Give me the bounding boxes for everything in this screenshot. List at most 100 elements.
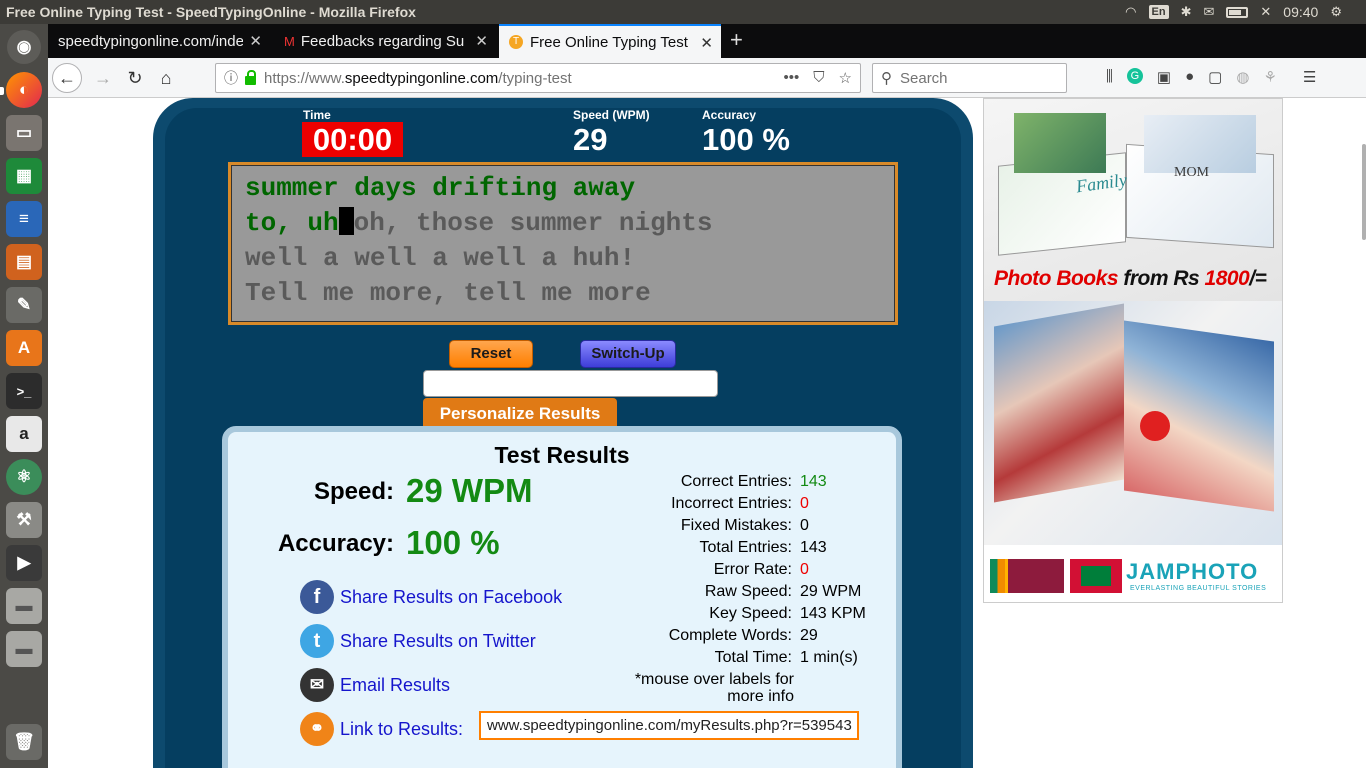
home-icon[interactable]: ⌂ [151, 63, 181, 93]
reset-button[interactable]: Reset [449, 340, 533, 368]
close-tab-icon[interactable]: ✕ [700, 34, 713, 52]
page-info-icon[interactable]: ⓘ [224, 68, 238, 88]
active-indicator [0, 87, 4, 95]
files-icon[interactable]: ▭ [6, 115, 42, 151]
stat-row-total-entries[interactable]: Total Entries: 143 [594, 539, 884, 557]
battery-icon[interactable] [1226, 6, 1249, 18]
reader-view-icon[interactable]: ▣ [1157, 68, 1171, 86]
terminal-icon[interactable]: >_ [6, 373, 42, 409]
time-label: Time [303, 108, 331, 122]
back-arrow-icon[interactable]: ← [52, 63, 82, 93]
page-actions-icon[interactable]: ••• [784, 69, 800, 87]
new-tab-plus-icon[interactable]: + [730, 27, 743, 53]
stat-value: 0 [800, 517, 809, 534]
extension-icon-2[interactable]: ▢ [1208, 68, 1222, 86]
firefox-icon[interactable]: ◐ [6, 72, 42, 108]
stat-row-fixed-mistakes[interactable]: Fixed Mistakes: 0 [594, 517, 884, 535]
page-scrollbar[interactable] [1360, 98, 1366, 768]
share-facebook-label: Share Results on Facebook [340, 586, 563, 607]
accuracy-label: Accuracy [702, 108, 757, 122]
share-twitter-link[interactable]: t Share Results on Twitter [300, 624, 536, 658]
stat-row-total-time[interactable]: Total Time: 1 min(s) [594, 649, 884, 667]
system-settings-icon[interactable]: ⚒ [6, 502, 42, 538]
reload-icon[interactable]: ↻ [120, 63, 150, 93]
text-editor-icon[interactable]: ✎ [6, 287, 42, 323]
volume-muted-icon[interactable]: ✕ [1260, 4, 1271, 20]
ad-caption-part: Photo Books [994, 267, 1119, 290]
stat-row-raw-speed[interactable]: Raw Speed: 29 WPM [594, 583, 884, 601]
drive-icon-1[interactable]: ▬ [6, 588, 42, 624]
wifi-icon[interactable]: ◠ [1125, 4, 1136, 20]
dash-icon[interactable]: ◉ [7, 30, 41, 64]
secure-lock-icon [245, 69, 256, 85]
email-results-link[interactable]: ✉ Email Results [300, 668, 450, 702]
results-link-field[interactable]: www.speedtypingonline.com/myResults.php?… [479, 711, 859, 740]
tab-speedtypingonline-index[interactable]: speedtypingonline.com/index ✕ [48, 24, 270, 58]
keyboard-layout-indicator[interactable]: En [1148, 5, 1169, 19]
mouse-over-note: *mouse over labels for more info [634, 671, 794, 705]
ad-brand-strip[interactable]: JAMPHOTO EVERLASTING BEAUTIFUL STORIES [984, 545, 1282, 602]
extension-icon-4[interactable]: ⚘ [1263, 68, 1276, 86]
ad-caption: Photo Books from Rs 1800/= [994, 267, 1267, 291]
video-editor-icon[interactable]: ▶ [6, 545, 42, 581]
impress-presentation-icon[interactable]: ▤ [6, 244, 42, 280]
accuracy-result-label[interactable]: Accuracy: [228, 530, 394, 558]
ad-flower-decoration [1140, 411, 1170, 441]
launcher: ◉ ◐ ▭ ▦ ≡ ▤ ✎ A >_ a ⚛ ⚒ ▶ ▬ ▬ 🗑 [0, 24, 48, 768]
grammarly-icon[interactable]: G [1126, 68, 1143, 84]
typing-text-area[interactable]: summer days drifting away to, uh oh, thos… [228, 162, 898, 325]
pocket-icon[interactable]: ⛉ [813, 69, 824, 87]
extension-icon-1[interactable]: ● [1185, 68, 1194, 86]
amazon-icon[interactable]: a [6, 416, 42, 452]
stat-row-key-speed[interactable]: Key Speed: 143 KPM [594, 605, 884, 623]
speed-result-label[interactable]: Speed: [228, 478, 394, 506]
facebook-icon: f [300, 580, 334, 614]
typing-input[interactable] [423, 370, 718, 397]
close-tab-icon[interactable]: ✕ [475, 32, 488, 50]
bluetooth-icon[interactable]: ✱ [1181, 4, 1192, 20]
switch-up-button[interactable]: Switch-Up [580, 340, 676, 368]
extension-icon-3[interactable]: ◍ [1236, 68, 1249, 86]
close-tab-icon[interactable]: ✕ [249, 32, 262, 50]
tab-free-online-typing-test[interactable]: T Free Online Typing Test ✕ [499, 24, 721, 58]
scrollbar-thumb[interactable] [1362, 144, 1366, 240]
text-line-2: to, uh oh, those summer nights [245, 206, 881, 241]
stat-row-error-rate[interactable]: Error Rate: 0 [594, 561, 884, 579]
stat-row-correct-entries[interactable]: Correct Entries: 143 [594, 473, 884, 491]
stat-label: Total Entries: [699, 539, 792, 556]
software-center-icon[interactable]: A [6, 330, 42, 366]
ad-open-photo-book-image[interactable] [984, 301, 1282, 545]
stat-label: Raw Speed: [704, 583, 792, 600]
text-line-4: Tell me more, tell me more [245, 278, 651, 308]
atom-editor-icon[interactable]: ⚛ [6, 459, 42, 495]
stat-row-complete-words[interactable]: Complete Words: 29 [594, 627, 884, 645]
email-icon: ✉ [300, 668, 334, 702]
trash-icon[interactable]: 🗑 [6, 724, 42, 760]
hamburger-menu-icon[interactable]: ☰ [1303, 68, 1316, 86]
url-path: /typing-test [498, 69, 572, 87]
advertisement[interactable]: Family MOM Photo Books from Rs 1800/= JA… [983, 98, 1283, 603]
maldives-flag-icon [1070, 559, 1122, 593]
settings-gear-icon[interactable]: ⚙ [1330, 4, 1342, 20]
clock[interactable]: 09:40 [1283, 4, 1318, 20]
stat-label: Incorrect Entries: [671, 495, 792, 512]
calc-spreadsheet-icon[interactable]: ▦ [6, 158, 42, 194]
search-bar[interactable]: ⚲ Search [872, 63, 1067, 93]
stat-value: 1 min(s) [800, 649, 858, 666]
speed-value: 29 [573, 122, 608, 157]
writer-document-icon[interactable]: ≡ [6, 201, 42, 237]
bookmark-star-icon[interactable]: ☆ [839, 69, 852, 87]
library-icon[interactable]: ⫼ [1106, 68, 1113, 86]
share-facebook-link[interactable]: f Share Results on Facebook [300, 580, 562, 614]
tab-label: Free Online Typing Test [530, 33, 688, 51]
drive-icon-2[interactable]: ▬ [6, 631, 42, 667]
forward-arrow-icon[interactable]: → [88, 63, 118, 93]
tab-feedbacks-gmail[interactable]: M Feedbacks regarding Su ✕ [274, 24, 496, 58]
ad-photo-books-banner[interactable]: Family MOM Photo Books from Rs 1800/= [984, 99, 1282, 301]
mail-icon[interactable]: ✉ [1203, 4, 1214, 20]
speedtypingonline-favicon-icon: T [509, 35, 523, 49]
stat-row-incorrect-entries[interactable]: Incorrect Entries: 0 [594, 495, 884, 513]
typed-text: to, uh [245, 208, 339, 238]
speed-label: Speed (WPM) [573, 108, 650, 122]
url-bar[interactable]: ⓘ https://www.speedtypingonline.com/typi… [215, 63, 861, 93]
